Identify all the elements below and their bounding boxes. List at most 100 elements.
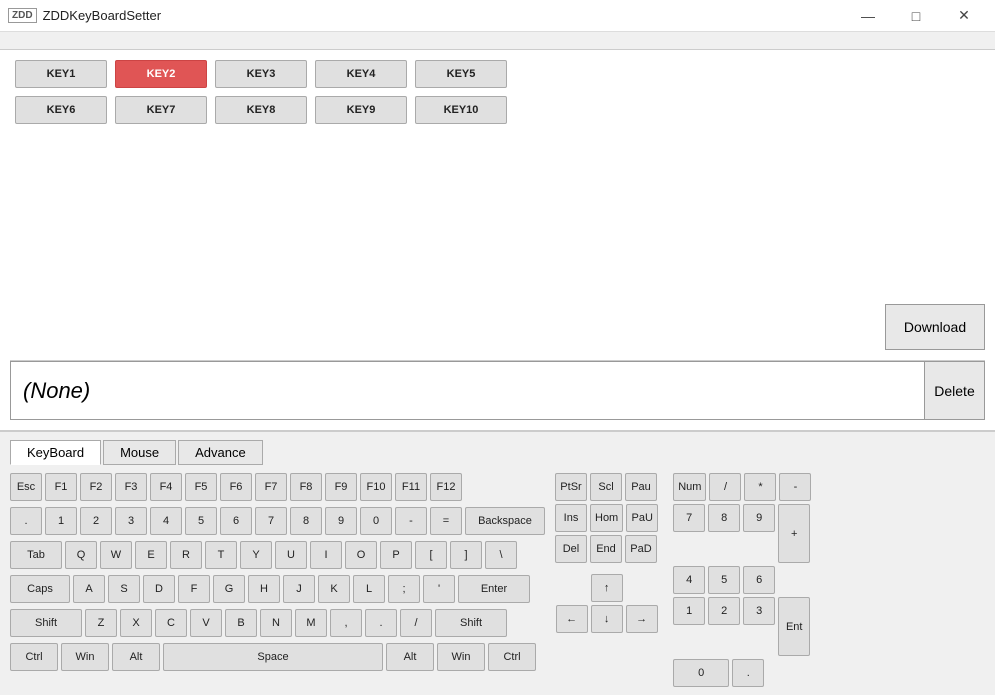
key-equals[interactable]: = [430,507,462,535]
key-win-left[interactable]: Win [61,643,109,671]
tab-advance[interactable]: Advance [178,440,263,465]
key-button-6[interactable]: KEY6 [15,96,107,124]
key-comma[interactable]: , [330,609,362,637]
download-button[interactable]: Download [885,304,985,350]
key-scroll[interactable]: Scl [590,473,622,501]
key-f4[interactable]: F4 [150,473,182,501]
minimize-button[interactable]: — [845,4,891,28]
key-caps[interactable]: Caps [10,575,70,603]
key-num-6[interactable]: 6 [743,566,775,594]
key-f8[interactable]: F8 [290,473,322,501]
key-button-8[interactable]: KEY8 [215,96,307,124]
key-z[interactable]: Z [85,609,117,637]
key-button-10[interactable]: KEY10 [415,96,507,124]
key-f[interactable]: F [178,575,210,603]
key-button-5[interactable]: KEY5 [415,60,507,88]
key-delete[interactable]: Del [555,535,587,563]
key-num-slash[interactable]: / [709,473,741,501]
key-arrow-down[interactable]: ↓ [591,605,623,633]
key-n[interactable]: N [260,609,292,637]
key-ctrl-left[interactable]: Ctrl [10,643,58,671]
key-6[interactable]: 6 [220,507,252,535]
key-num-1[interactable]: 1 [673,597,705,625]
key-v[interactable]: V [190,609,222,637]
key-num-4[interactable]: 4 [673,566,705,594]
key-win-right[interactable]: Win [437,643,485,671]
key-f2[interactable]: F2 [80,473,112,501]
key-insert[interactable]: Ins [555,504,587,532]
key-tab[interactable]: Tab [10,541,62,569]
key-quote[interactable]: ' [423,575,455,603]
key-l[interactable]: L [353,575,385,603]
key-printscreen[interactable]: PtSr [555,473,587,501]
key-esc[interactable]: Esc [10,473,42,501]
key-num-5[interactable]: 5 [708,566,740,594]
key-num-enter[interactable]: Ent [778,597,810,656]
key-button-4[interactable]: KEY4 [315,60,407,88]
key-t[interactable]: T [205,541,237,569]
delete-button[interactable]: Delete [925,361,985,420]
key-home[interactable]: Hom [590,504,623,532]
key-b[interactable]: B [225,609,257,637]
key-9[interactable]: 9 [325,507,357,535]
key-arrow-right[interactable]: → [626,605,658,633]
key-minus[interactable]: - [395,507,427,535]
key-arrow-left[interactable]: ← [556,605,588,633]
key-f11[interactable]: F11 [395,473,427,501]
tab-keyboard[interactable]: KeyBoard [10,440,101,465]
key-shift-left[interactable]: Shift [10,609,82,637]
key-q[interactable]: Q [65,541,97,569]
key-f9[interactable]: F9 [325,473,357,501]
key-m[interactable]: M [295,609,327,637]
key-y[interactable]: Y [240,541,272,569]
key-f5[interactable]: F5 [185,473,217,501]
key-f1[interactable]: F1 [45,473,77,501]
key-f3[interactable]: F3 [115,473,147,501]
key-x[interactable]: X [120,609,152,637]
key-j[interactable]: J [283,575,315,603]
key-slash[interactable]: / [400,609,432,637]
key-lbracket[interactable]: [ [415,541,447,569]
key-backtick[interactable]: . [10,507,42,535]
key-num-2[interactable]: 2 [708,597,740,625]
key-shift-right[interactable]: Shift [435,609,507,637]
key-backslash[interactable]: \ [485,541,517,569]
key-3[interactable]: 3 [115,507,147,535]
key-num-plus[interactable]: + [778,504,810,563]
key-c[interactable]: C [155,609,187,637]
key-u[interactable]: U [275,541,307,569]
key-enter[interactable]: Enter [458,575,530,603]
key-num-7[interactable]: 7 [673,504,705,532]
key-period[interactable]: . [365,609,397,637]
key-r[interactable]: R [170,541,202,569]
key-a[interactable]: A [73,575,105,603]
key-num-3[interactable]: 3 [743,597,775,625]
key-num-minus[interactable]: - [779,473,811,501]
key-1[interactable]: 1 [45,507,77,535]
key-rbracket[interactable]: ] [450,541,482,569]
key-space[interactable]: Space [163,643,383,671]
key-w[interactable]: W [100,541,132,569]
close-button[interactable]: ✕ [941,4,987,28]
key-d[interactable]: D [143,575,175,603]
key-i[interactable]: I [310,541,342,569]
key-num-0[interactable]: 0 [673,659,729,687]
key-button-7[interactable]: KEY7 [115,96,207,124]
key-num-asterisk[interactable]: * [744,473,776,501]
key-alt-left[interactable]: Alt [112,643,160,671]
key-f10[interactable]: F10 [360,473,392,501]
scroll-bar[interactable] [0,32,995,50]
key-0[interactable]: 0 [360,507,392,535]
key-num-8[interactable]: 8 [708,504,740,532]
key-h[interactable]: H [248,575,280,603]
key-p[interactable]: P [380,541,412,569]
key-arrow-up[interactable]: ↑ [591,574,623,602]
key-numlock[interactable]: Num [673,473,706,501]
key-5[interactable]: 5 [185,507,217,535]
key-f6[interactable]: F6 [220,473,252,501]
key-k[interactable]: K [318,575,350,603]
key-o[interactable]: O [345,541,377,569]
key-e[interactable]: E [135,541,167,569]
key-g[interactable]: G [213,575,245,603]
key-7[interactable]: 7 [255,507,287,535]
